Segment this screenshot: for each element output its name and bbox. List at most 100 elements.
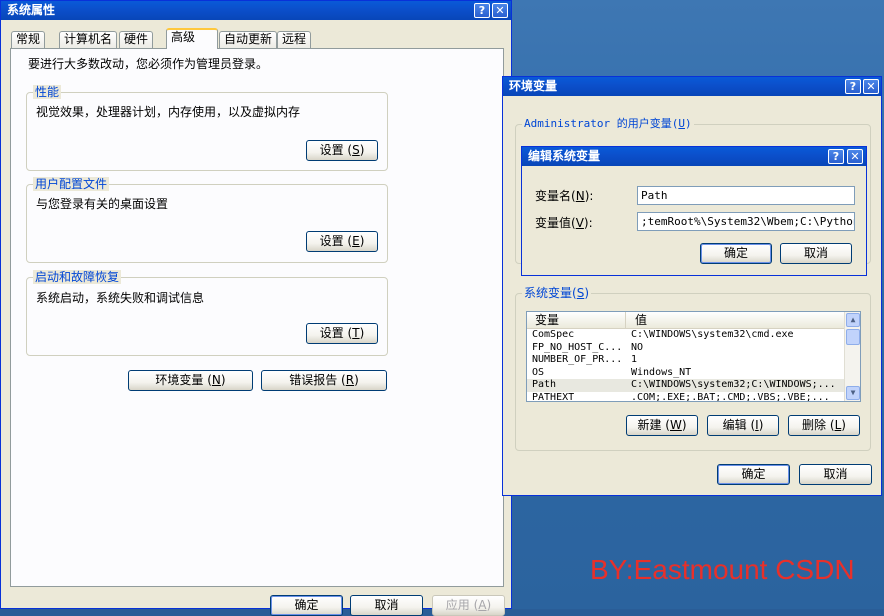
window-title: 编辑系统变量: [528, 149, 601, 163]
row-value: NO: [631, 341, 644, 353]
close-button[interactable]: ✕: [863, 79, 879, 94]
watermark: BY:Eastmount CSDN: [590, 554, 855, 585]
edit-variable-button[interactable]: 编辑 (I): [707, 415, 779, 436]
delete-variable-mnemonic: L: [834, 418, 842, 432]
environment-variables-label: 环境变量: [155, 373, 204, 387]
tab-automatic-updates[interactable]: 自动更新: [219, 31, 278, 48]
column-value[interactable]: 值: [635, 312, 647, 328]
startup-recovery-label: 启动和故障恢复: [33, 270, 122, 284]
performance-settings-button[interactable]: 设置 (S): [306, 140, 378, 161]
environment-variables-window: 环境变量 ? ✕ Administrator 的用户变量(U) 系统变量(S) …: [502, 76, 882, 496]
system-variables-group: 系统变量(S) 变量 值 ComSpec C:\WINDOWS\system32…: [515, 286, 871, 451]
apply-button[interactable]: 应用 (A): [432, 595, 505, 616]
startup-recovery-desc: 系统启动，系统失败和调试信息: [36, 291, 205, 305]
user-profiles-settings-mnemonic: E: [352, 234, 360, 248]
close-button[interactable]: ✕: [847, 149, 863, 164]
new-variable-label: 新建: [637, 418, 662, 432]
row-name: Path: [532, 379, 557, 390]
system-properties-titlebar[interactable]: 系统属性 ? ✕: [1, 1, 511, 20]
performance-desc: 视觉效果，处理器计划，内存使用，以及虚拟内存: [36, 105, 301, 119]
row-value: Windows_NT: [631, 366, 692, 378]
scroll-down-icon[interactable]: ▼: [846, 386, 860, 400]
delete-variable-button[interactable]: 删除 (L): [788, 415, 860, 436]
performance-group: 性能 视觉效果，处理器计划，内存使用，以及虚拟内存 设置 (S): [26, 85, 388, 171]
system-properties-window: 系统属性 ? ✕ 常规 计算机名 硬件 高级 自动更新 远程 要进行大多数改动，…: [0, 0, 512, 616]
table-row[interactable]: FP_NO_HOST_C... NO: [527, 342, 844, 355]
column-variable[interactable]: 变量: [535, 312, 559, 328]
new-variable-button[interactable]: 新建 (W): [626, 415, 698, 436]
performance-settings-label: 设置: [319, 143, 344, 157]
cancel-button[interactable]: 取消: [799, 464, 872, 485]
row-value: C:\WINDOWS\system32\cmd.exe: [631, 329, 794, 340]
scroll-thumb[interactable]: [846, 329, 860, 345]
user-variables-label-text: Administrator 的用户变量: [524, 117, 672, 130]
list-header: 变量 值: [527, 312, 844, 329]
variable-name-label-text: 变量名: [535, 189, 572, 203]
table-row[interactable]: PATHEXT .COM;.EXE;.BAT;.CMD;.VBS;.VBE;..…: [527, 391, 844, 402]
environment-variables-button[interactable]: 环境变量 (N): [128, 370, 253, 391]
system-variables-mnemonic: S: [576, 286, 585, 300]
window-title: 系统属性: [7, 3, 56, 17]
performance-settings-mnemonic: S: [352, 143, 360, 157]
startup-recovery-group: 启动和故障恢复 系统启动，系统失败和调试信息 设置 (T): [26, 270, 388, 356]
apply-label: 应用: [445, 598, 470, 612]
edit-variable-label: 编辑: [722, 418, 747, 432]
edit-system-variable-titlebar[interactable]: 编辑系统变量 ? ✕: [522, 147, 866, 166]
ok-button[interactable]: 确定: [700, 243, 772, 264]
tab-advanced[interactable]: 高级: [166, 28, 218, 49]
environment-variables-titlebar[interactable]: 环境变量 ? ✕: [503, 77, 881, 96]
error-reporting-label: 错误报告: [289, 373, 338, 387]
close-button[interactable]: ✕: [492, 3, 508, 18]
scroll-up-icon[interactable]: ▲: [846, 313, 860, 327]
row-name: ComSpec: [532, 329, 575, 340]
row-value: 1: [631, 354, 638, 365]
tab-computer-name[interactable]: 计算机名: [59, 31, 118, 48]
apply-mnemonic: A: [478, 598, 487, 612]
table-row[interactable]: OS Windows_NT: [527, 367, 844, 380]
startup-recovery-settings-button[interactable]: 设置 (T): [306, 323, 378, 344]
tab-hardware[interactable]: 硬件: [119, 31, 154, 48]
cancel-button[interactable]: 取消: [780, 243, 852, 264]
row-name: NUMBER_OF_PR...: [532, 354, 623, 365]
new-variable-mnemonic: W: [669, 418, 682, 432]
user-variables-mnemonic: U: [678, 117, 685, 130]
user-profiles-label: 用户配置文件: [33, 177, 110, 191]
variable-name-field[interactable]: Path: [637, 186, 855, 205]
table-row[interactable]: NUMBER_OF_PR... 1: [527, 354, 844, 367]
edit-system-variable-dialog: 编辑系统变量 ? ✕ 变量名(N): Path 变量值(V): ;temRoot…: [521, 146, 867, 276]
user-profiles-group: 用户配置文件 与您登录有关的桌面设置 设置 (E): [26, 177, 388, 263]
help-button[interactable]: ?: [474, 3, 490, 18]
variable-value-label-text: 变量值: [535, 216, 572, 230]
startup-recovery-settings-mnemonic: T: [352, 326, 360, 340]
tab-panel: 要进行大多数改动，您必须作为管理员登录。 性能 视觉效果，处理器计划，内存使用，…: [10, 48, 504, 587]
error-reporting-mnemonic: R: [345, 373, 355, 387]
edit-variable-mnemonic: I: [755, 418, 759, 432]
table-row-selected[interactable]: Path C:\WINDOWS\system32;C:\WINDOWS;...: [527, 379, 844, 392]
system-variables-label-text: 系统变量: [524, 286, 573, 300]
list-scrollbar[interactable]: ▲ ▼: [844, 312, 860, 401]
system-variables-list[interactable]: 变量 值 ComSpec C:\WINDOWS\system32\cmd.exe…: [526, 311, 861, 402]
row-value: .COM;.EXE;.BAT;.CMD;.VBS;.VBE;...: [631, 391, 830, 402]
variable-value-label: 变量值(V):: [535, 216, 593, 230]
error-reporting-button[interactable]: 错误报告 (R): [261, 370, 387, 391]
row-name: PATHEXT: [532, 391, 575, 402]
performance-label: 性能: [33, 85, 62, 99]
user-profiles-desc: 与您登录有关的桌面设置: [36, 197, 169, 211]
user-profiles-settings-button[interactable]: 设置 (E): [306, 231, 378, 252]
cancel-button[interactable]: 取消: [350, 595, 423, 616]
environment-variables-mnemonic: N: [211, 373, 221, 387]
column-divider: [625, 312, 626, 328]
table-row[interactable]: ComSpec C:\WINDOWS\system32\cmd.exe: [527, 329, 844, 342]
variable-value-mnemonic: V: [575, 216, 584, 230]
ok-button[interactable]: 确定: [270, 595, 343, 616]
admin-note: 要进行大多数改动，您必须作为管理员登录。: [28, 57, 269, 71]
tab-remote[interactable]: 远程: [277, 31, 312, 48]
row-name: OS: [532, 366, 545, 378]
startup-recovery-settings-label: 设置: [319, 326, 344, 340]
help-button[interactable]: ?: [845, 79, 861, 94]
system-variables-label: 系统变量(S): [522, 286, 592, 300]
help-button[interactable]: ?: [828, 149, 844, 164]
variable-value-field[interactable]: ;temRoot%\System32\Wbem;C:\Python26;: [637, 212, 855, 231]
tab-general[interactable]: 常规: [11, 31, 46, 48]
ok-button[interactable]: 确定: [717, 464, 790, 485]
